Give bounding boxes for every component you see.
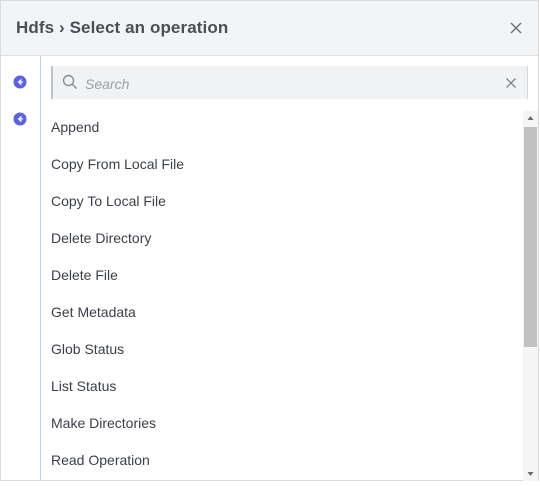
list-item-copy-to-local-file[interactable]: Copy To Local File — [42, 183, 522, 220]
list-item-glob-status[interactable]: Glob Status — [42, 331, 522, 368]
list-scrollbar[interactable] — [523, 111, 538, 481]
list-item-copy-from-local-file[interactable]: Copy From Local File — [42, 146, 522, 183]
search-icon — [62, 74, 78, 90]
scroll-up-arrow-icon[interactable] — [523, 111, 538, 125]
operation-select-dialog: Hdfs › Select an operation Search Append… — [0, 0, 539, 481]
list-item-delete-file[interactable]: Delete File — [42, 257, 522, 294]
scrollbar-thumb[interactable] — [524, 127, 537, 347]
operation-list: Append Copy From Local File Copy To Loca… — [42, 109, 522, 482]
dialog-title: Hdfs › Select an operation — [16, 18, 229, 37]
list-item-append[interactable]: Append — [42, 109, 522, 146]
scroll-down-arrow-icon[interactable] — [523, 467, 538, 481]
list-item-get-metadata[interactable]: Get Metadata — [42, 294, 522, 331]
dialog-header: Hdfs › Select an operation — [1, 1, 538, 56]
operation-bullet-icon — [13, 112, 27, 126]
search-input[interactable] — [83, 66, 497, 101]
close-icon[interactable] — [506, 18, 526, 38]
list-item-make-directories[interactable]: Make Directories — [42, 405, 522, 442]
operation-bullet-icon — [13, 75, 27, 89]
clear-icon[interactable] — [505, 76, 517, 88]
left-rail — [1, 56, 41, 480]
list-item-list-status[interactable]: List Status — [42, 368, 522, 405]
search-box — [51, 66, 528, 101]
list-item-delete-directory[interactable]: Delete Directory — [42, 220, 522, 257]
list-item-read-operation[interactable]: Read Operation — [42, 442, 522, 479]
